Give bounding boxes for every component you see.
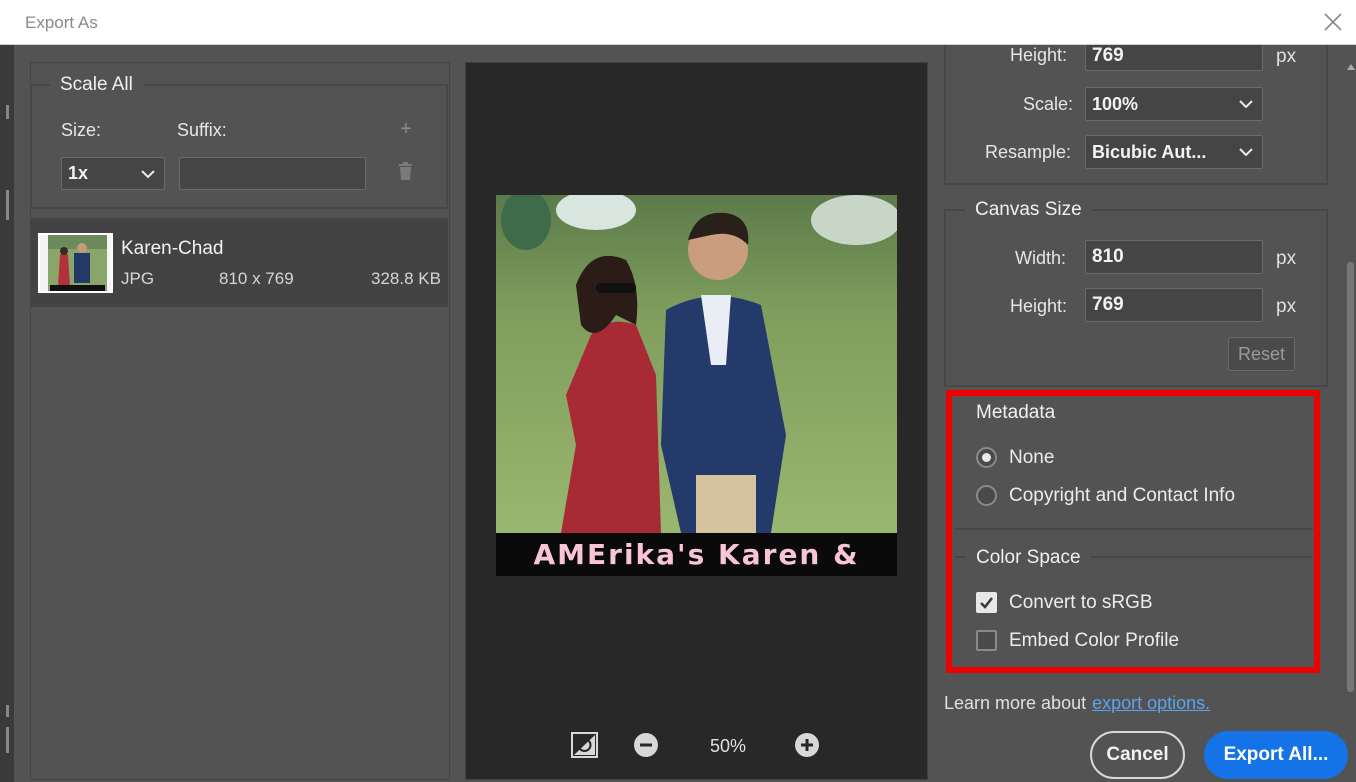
- scale-label: Scale:: [1023, 94, 1074, 114]
- annotation-highlight-box: [946, 390, 1320, 673]
- canvas-height-unit: px: [1276, 296, 1297, 317]
- canvas-width-unit: px: [1276, 248, 1297, 269]
- app-edge-mark: [6, 727, 9, 753]
- canvas-height-input[interactable]: 769: [1085, 288, 1263, 322]
- resample-select-value: Bicubic Aut...: [1092, 141, 1207, 162]
- size-select[interactable]: 1x: [61, 157, 165, 190]
- zoom-level: 50%: [709, 736, 747, 756]
- app-edge-mark: [6, 190, 9, 220]
- scrollbar-thumb[interactable]: [1347, 262, 1354, 692]
- learn-more-text: Learn more about export options.: [944, 693, 1210, 714]
- image-height-value: 769: [1092, 45, 1124, 66]
- trash-icon[interactable]: [397, 162, 414, 181]
- image-caption-text: AMErika's Karen & CHad: [533, 538, 860, 576]
- asset-format: JPG: [121, 269, 155, 288]
- chevron-down-icon: [141, 169, 155, 178]
- chevron-down-icon: [1239, 148, 1253, 157]
- export-all-button[interactable]: Export All...: [1204, 731, 1348, 779]
- scroll-up-icon[interactable]: [1347, 64, 1355, 70]
- image-height-input[interactable]: 769: [1085, 45, 1263, 71]
- asset-dimensions: 810 x 769: [219, 269, 294, 288]
- background-app-edge: [0, 45, 14, 782]
- image-height-unit: px: [1276, 46, 1297, 67]
- add-scale-icon[interactable]: +: [396, 119, 416, 139]
- preview-photo: [496, 195, 897, 533]
- asset-thumbnail: [38, 233, 113, 293]
- asset-name: Karen-Chad: [121, 238, 224, 259]
- app-edge-mark: [6, 105, 9, 119]
- settings-scrollbar[interactable]: [1346, 62, 1356, 692]
- canvas-width-value: 810: [1092, 246, 1124, 267]
- asset-filesize: 328.8 KB: [371, 269, 441, 288]
- zoom-out-icon[interactable]: [633, 732, 659, 758]
- resample-select[interactable]: Bicubic Aut...: [1085, 135, 1263, 169]
- preview-image: AMErika's Karen & CHad: [496, 195, 897, 576]
- scale-select[interactable]: 100%: [1085, 87, 1263, 121]
- scale-all-group: [30, 84, 448, 209]
- image-height-label: Height:: [1010, 45, 1068, 65]
- window-titlebar: Export As: [0, 0, 1356, 45]
- window-title: Export As: [25, 13, 98, 32]
- zoom-in-icon[interactable]: [794, 732, 820, 758]
- canvas-width-label: Width:: [1015, 248, 1067, 268]
- toggle-transparency-icon[interactable]: [570, 731, 599, 759]
- image-caption-bar: AMErika's Karen & CHad: [496, 533, 897, 576]
- app-edge-mark: [6, 705, 9, 717]
- scale-all-legend: Scale All: [50, 74, 143, 96]
- close-icon[interactable]: [1320, 9, 1346, 35]
- cancel-button[interactable]: Cancel: [1090, 731, 1185, 779]
- reset-button[interactable]: Reset: [1228, 337, 1295, 371]
- suffix-label: Suffix:: [177, 120, 227, 140]
- export-options-link[interactable]: export options.: [1092, 693, 1210, 713]
- asset-list-item[interactable]: Karen-Chad JPG 810 x 769 328.8 KB: [31, 218, 448, 307]
- size-label: Size:: [61, 120, 102, 140]
- canvas-size-legend: Canvas Size: [965, 199, 1092, 221]
- canvas-width-input[interactable]: 810: [1085, 240, 1263, 274]
- chevron-down-icon: [1239, 100, 1253, 109]
- resample-label: Resample:: [985, 142, 1072, 162]
- canvas-height-label: Height:: [1010, 296, 1068, 316]
- size-select-value: 1x: [68, 163, 89, 183]
- learn-more-prefix: Learn more about: [944, 693, 1087, 713]
- suffix-input[interactable]: [179, 157, 366, 190]
- scale-select-value: 100%: [1092, 93, 1139, 114]
- canvas-height-value: 769: [1092, 294, 1124, 315]
